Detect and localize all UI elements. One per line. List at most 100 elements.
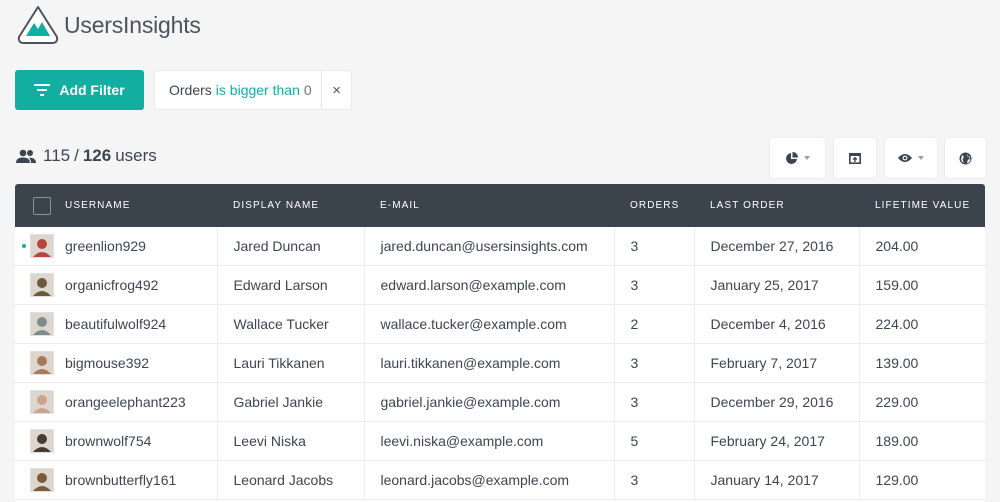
avatar xyxy=(30,468,54,492)
cell-last-order: February 7, 2017 xyxy=(694,343,860,383)
cell-orders: 3 xyxy=(614,382,695,422)
columns-visibility-button[interactable] xyxy=(885,138,937,178)
cell-last-order: January 14, 2017 xyxy=(694,460,860,500)
avatar-image xyxy=(31,274,53,296)
avatar-image xyxy=(31,352,53,374)
cell-username[interactable]: brownwolf754 xyxy=(15,421,218,461)
username[interactable]: greenlion929 xyxy=(65,238,146,254)
cell-username[interactable]: organicfrog492 xyxy=(15,265,218,305)
select-all-checkbox[interactable] xyxy=(33,196,51,215)
cell-orders: 3 xyxy=(614,460,695,500)
pie-chart-icon xyxy=(786,151,798,164)
cell-last-order: February 24, 2017 xyxy=(694,421,860,461)
cell-username[interactable]: brownbutterfly161 xyxy=(15,460,218,500)
cell-lifetime-value: 189.00 xyxy=(859,421,985,461)
eye-icon xyxy=(898,154,912,162)
table-row[interactable]: bigmouse392 Lauri Tikkanen lauri.tikkane… xyxy=(15,343,985,383)
cell-email: wallace.tucker@example.com xyxy=(364,304,615,344)
table-row[interactable]: brownwolf754 Leevi Niska leevi.niska@exa… xyxy=(15,421,985,461)
cell-orders: 2 xyxy=(614,304,695,344)
cell-email: leevi.niska@example.com xyxy=(364,421,615,461)
cell-email: leonard.jacobs@example.com xyxy=(364,460,615,500)
avatar xyxy=(30,390,54,414)
username[interactable]: organicfrog492 xyxy=(65,277,158,293)
cell-email: lauri.tikkanen@example.com xyxy=(364,343,615,383)
avatar xyxy=(30,351,54,375)
cell-email: jared.duncan@usersinsights.com xyxy=(364,227,615,266)
cell-username[interactable]: orangeelephant223 xyxy=(15,382,218,422)
cell-lifetime-value: 224.00 xyxy=(859,304,985,344)
avatar-image xyxy=(31,430,53,452)
export-icon xyxy=(849,152,861,164)
cell-username[interactable]: bigmouse392 xyxy=(15,343,218,383)
username[interactable]: bigmouse392 xyxy=(65,355,149,371)
users-count-suffix: users xyxy=(115,146,157,165)
cell-last-order: December 4, 2016 xyxy=(694,304,860,344)
filter-icon xyxy=(34,84,51,96)
filter-chip[interactable]: Orders is bigger than 0 × xyxy=(155,71,351,109)
globe-icon xyxy=(959,152,972,164)
cell-username[interactable]: greenlion929 xyxy=(15,227,218,266)
app-logo: UsersInsights xyxy=(16,5,201,45)
username[interactable]: orangeelephant223 xyxy=(65,394,186,410)
username[interactable]: brownbutterfly161 xyxy=(65,472,176,488)
cell-display-name: Edward Larson xyxy=(217,265,365,305)
column-header-last-order[interactable]: LAST ORDER xyxy=(694,184,859,227)
filter-chip-text[interactable]: Orders is bigger than 0 xyxy=(155,82,315,98)
app-name: UsersInsights xyxy=(64,11,201,38)
avatar xyxy=(30,312,54,336)
cell-orders: 3 xyxy=(614,265,695,305)
column-header-username[interactable]: USERNAME xyxy=(15,184,217,227)
avatar xyxy=(30,273,54,297)
charts-button[interactable] xyxy=(770,138,825,178)
cell-email: gabriel.jankie@example.com xyxy=(364,382,615,422)
cell-orders: 3 xyxy=(614,227,695,266)
cell-orders: 5 xyxy=(614,421,695,461)
chevron-down-icon xyxy=(918,156,924,160)
cell-display-name: Lauri Tikkanen xyxy=(217,343,365,383)
column-header-display-name[interactable]: DISPLAY NAME xyxy=(217,184,364,227)
cell-display-name: Leevi Niska xyxy=(217,421,365,461)
table-row[interactable]: organicfrog492 Edward Larson edward.lars… xyxy=(15,265,985,305)
filter-operator: is bigger than xyxy=(215,82,300,98)
cell-username[interactable]: beautifulwolf924 xyxy=(15,304,218,344)
table-header-row: USERNAME DISPLAY NAME E-MAIL ORDERS LAST… xyxy=(15,184,985,227)
avatar-image xyxy=(31,235,53,257)
export-button[interactable] xyxy=(834,138,876,178)
avatar xyxy=(30,429,54,453)
column-header-lifetime-value[interactable]: LIFETIME VALUE xyxy=(859,184,985,227)
cell-lifetime-value: 139.00 xyxy=(859,343,985,383)
table-row[interactable]: brownbutterfly161 Leonard Jacobs leonard… xyxy=(15,460,985,500)
cell-last-order: January 25, 2017 xyxy=(694,265,860,305)
table-row[interactable]: beautifulwolf924 Wallace Tucker wallace.… xyxy=(15,304,985,344)
users-table: USERNAME DISPLAY NAME E-MAIL ORDERS LAST… xyxy=(15,184,985,502)
cell-lifetime-value: 204.00 xyxy=(859,227,985,266)
cell-lifetime-value: 229.00 xyxy=(859,382,985,422)
cell-orders: 3 xyxy=(614,343,695,383)
column-header-orders[interactable]: ORDERS xyxy=(614,184,694,227)
username[interactable]: brownwolf754 xyxy=(65,433,151,449)
cell-lifetime-value: 159.00 xyxy=(859,265,985,305)
map-view-button[interactable] xyxy=(945,138,986,178)
users-filtered-count: 115 xyxy=(43,146,71,165)
cell-display-name: Leonard Jacobs xyxy=(217,460,365,500)
avatar-image xyxy=(31,313,53,335)
cell-last-order: December 29, 2016 xyxy=(694,382,860,422)
users-count-separator: / xyxy=(74,146,79,165)
column-header-email[interactable]: E-MAIL xyxy=(364,184,614,227)
add-filter-label: Add Filter xyxy=(59,82,125,98)
users-count: 115 / 126 users xyxy=(16,146,157,166)
table-row[interactable]: orangeelephant223 Gabriel Jankie gabriel… xyxy=(15,382,985,422)
chevron-down-icon xyxy=(804,156,810,160)
users-total-count: 126 xyxy=(82,146,112,165)
users-icon xyxy=(16,149,36,163)
cell-lifetime-value: 129.00 xyxy=(859,460,985,500)
username[interactable]: beautifulwolf924 xyxy=(65,316,166,332)
filter-value: 0 xyxy=(303,82,312,98)
avatar-image xyxy=(31,469,53,491)
cell-display-name: Jared Duncan xyxy=(217,227,365,266)
add-filter-button[interactable]: Add Filter xyxy=(15,70,144,110)
column-label-username: USERNAME xyxy=(65,200,131,211)
remove-filter-button[interactable]: × xyxy=(322,82,351,99)
table-row[interactable]: greenlion929 Jared Duncan jared.duncan@u… xyxy=(15,227,985,266)
